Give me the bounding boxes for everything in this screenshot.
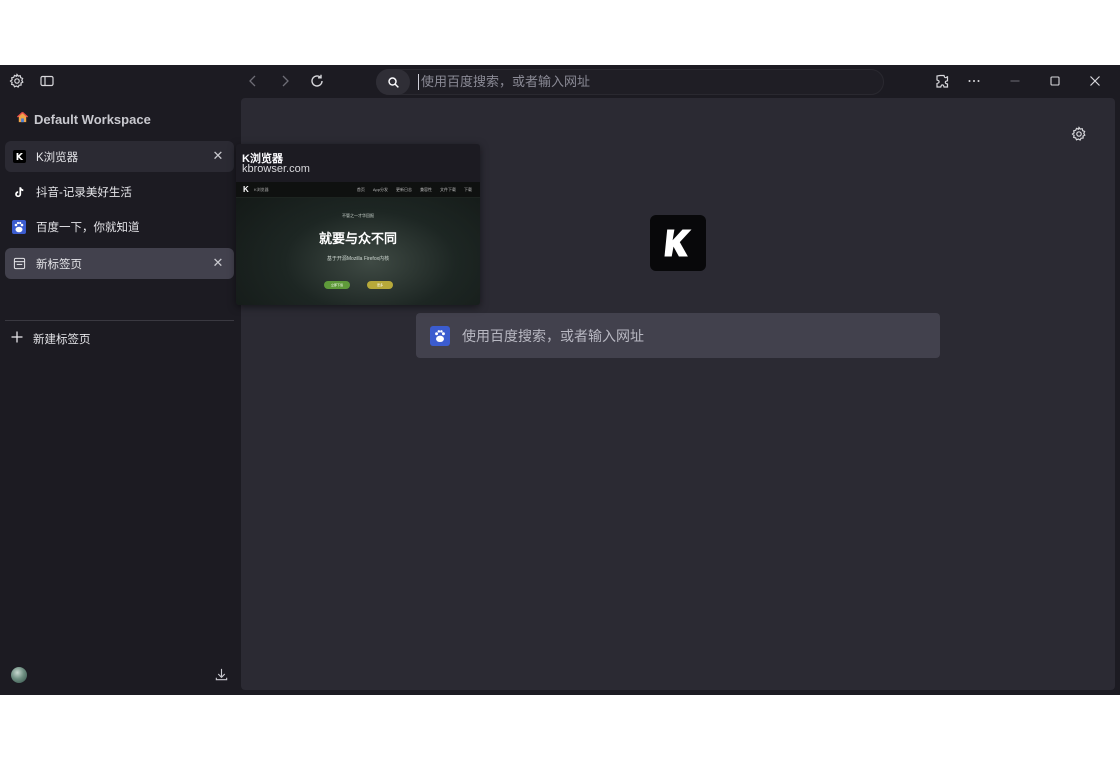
tab-label: 新标签页 <box>36 258 82 271</box>
minimize-icon[interactable] <box>1003 69 1027 93</box>
maximize-icon[interactable] <box>1043 69 1067 93</box>
tab-label: 抖音-记录美好生活 <box>36 186 132 199</box>
site-brand: K浏览器 <box>254 187 269 192</box>
download-icon[interactable] <box>212 665 230 683</box>
tab-k-browser[interactable]: K K浏览器 ✕ <box>5 141 234 172</box>
site-link: App分发 <box>372 187 388 192</box>
baidu-icon <box>430 325 450 346</box>
site-subline: 基于开源Mozilla Firefox内核 <box>326 256 390 262</box>
tab-douyin[interactable]: 抖音-记录美好生活 <box>5 176 234 207</box>
k-browser-icon: K <box>12 150 26 164</box>
site-more-button: 更多 <box>367 281 393 289</box>
close-tab-icon[interactable]: ✕ <box>210 148 226 164</box>
more-menu-icon[interactable] <box>962 69 986 93</box>
preview-url: kbrowser.com <box>242 163 310 175</box>
tab-label: K浏览器 <box>36 151 79 164</box>
url-input[interactable] <box>418 74 838 90</box>
site-headline: 就要与众不同 <box>318 231 397 246</box>
site-tagline: 不管之一才华回报 <box>342 213 374 218</box>
workspace-switcher[interactable]: Default Workspace <box>16 111 151 127</box>
site-links: 首页 App分发 更新日志 兼容性 文件下载 下载 <box>357 187 472 193</box>
site-link: 首页 <box>356 187 365 192</box>
search-placeholder: 使用百度搜索，或者输入网址 <box>462 327 644 344</box>
site-navbar: K K浏览器 首页 App分发 更新日志 兼容性 文件下载 下载 <box>236 182 480 198</box>
browser-window: Default Workspace K K浏览器 ✕ 抖音-记录美好生活 百度一… <box>0 65 1120 695</box>
tiktok-icon <box>12 185 26 199</box>
tab-baidu[interactable]: 百度一下，你就知道 <box>5 211 234 242</box>
new-tab-label: 新建标签页 <box>33 333 91 346</box>
settings-icon[interactable] <box>5 69 29 93</box>
url-bar[interactable] <box>376 69 884 95</box>
baidu-icon <box>12 219 26 234</box>
search-icon[interactable] <box>376 69 410 95</box>
site-download-button: 立即下载 <box>324 281 350 289</box>
main-search-box[interactable]: 使用百度搜索，或者输入网址 <box>416 313 940 358</box>
sidebar-divider <box>5 320 234 321</box>
site-link: 更新日志 <box>396 187 412 192</box>
tab-new-tab[interactable]: 新标签页 ✕ <box>5 248 234 279</box>
title-toolbar <box>0 65 1120 97</box>
extensions-icon[interactable] <box>930 69 954 93</box>
tab-label: 百度一下，你就知道 <box>36 221 140 234</box>
reload-icon[interactable] <box>305 69 329 93</box>
close-window-icon[interactable] <box>1083 69 1107 93</box>
new-tab-icon <box>12 257 26 271</box>
forward-icon[interactable] <box>273 69 297 93</box>
workspace-name: Default Workspace <box>34 111 151 127</box>
new-tab-button[interactable]: 新建标签页 <box>10 330 91 347</box>
vertical-tabs-sidebar: Default Workspace K K浏览器 ✕ 抖音-记录美好生活 百度一… <box>0 97 241 695</box>
site-link: 兼容性 <box>420 187 432 192</box>
close-tab-icon[interactable]: ✕ <box>210 255 226 271</box>
avatar[interactable] <box>11 667 27 683</box>
sidebar-toggle-icon[interactable] <box>35 69 59 93</box>
site-link: 下载 <box>464 187 472 192</box>
plus-icon <box>10 330 24 347</box>
home-icon <box>16 111 29 127</box>
site-logo: K <box>243 185 249 194</box>
page-settings-icon[interactable] <box>1067 122 1091 146</box>
back-icon[interactable] <box>241 69 265 93</box>
svg-text:K: K <box>15 152 23 163</box>
site-link: 文件下载 <box>440 187 456 192</box>
preview-thumbnail: K K浏览器 首页 App分发 更新日志 兼容性 文件下载 下载 不管之一才华回… <box>236 182 480 305</box>
tab-preview-popup: K浏览器 kbrowser.com K K浏览器 首页 App分发 更新日志 兼… <box>236 144 480 305</box>
k-browser-logo <box>650 215 706 271</box>
